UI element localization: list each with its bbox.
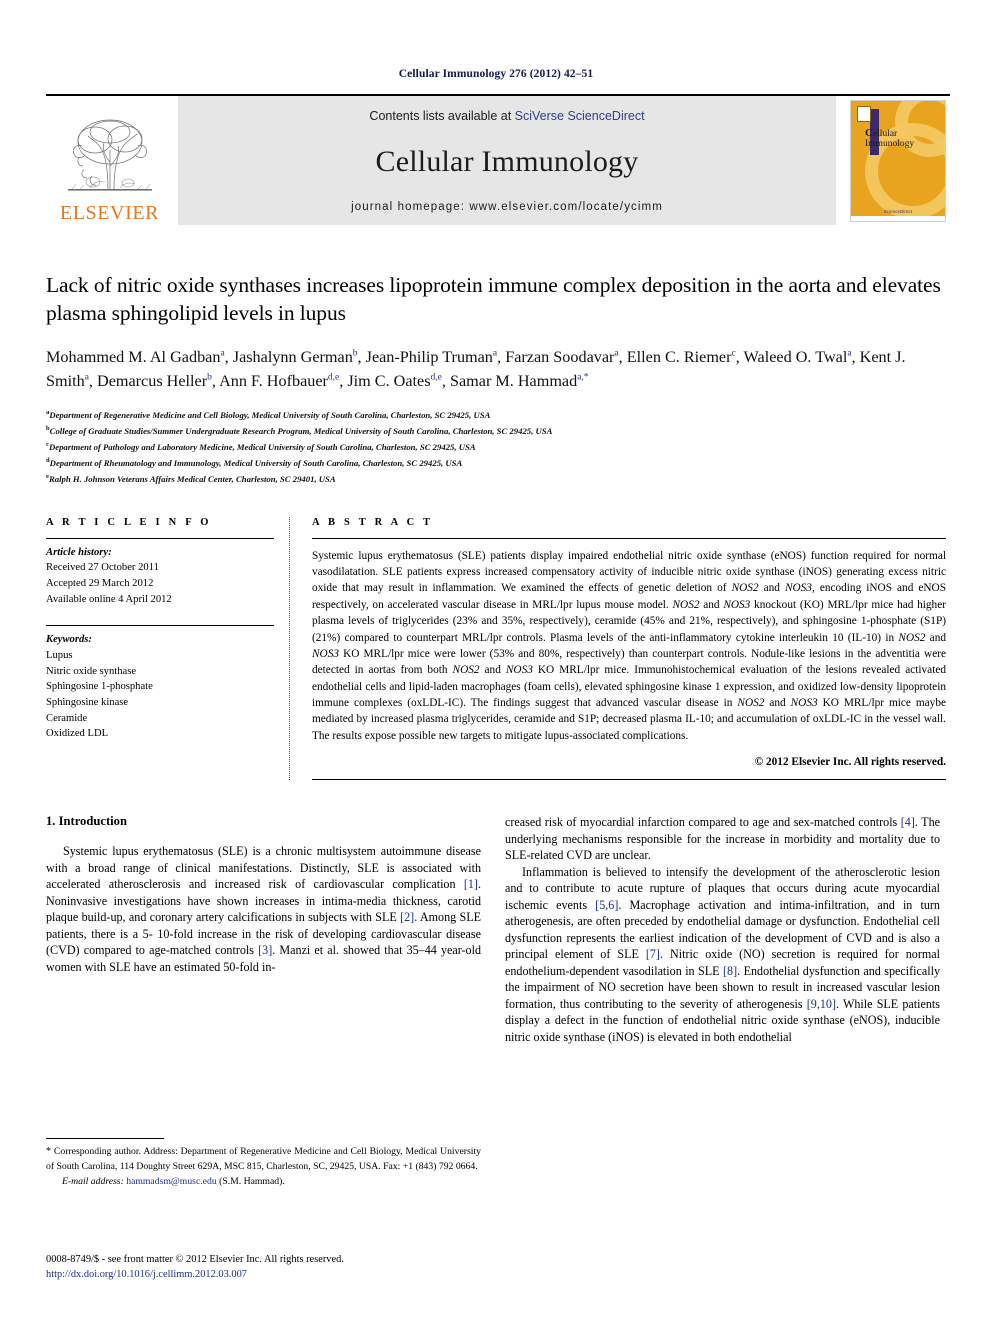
cover-footer-text: ScienceDirect	[883, 208, 913, 214]
issn-line: 0008-8749/$ - see front matter © 2012 El…	[46, 1254, 344, 1265]
article-history-label: Article history:	[46, 546, 112, 558]
email-suffix: (S.M. Hammad).	[219, 1176, 285, 1188]
keyword-item: Oxidized LDL	[46, 728, 109, 740]
affiliation-item: eRalph H. Johnson Veterans Affairs Medic…	[46, 471, 946, 487]
keyword-item: Ceramide	[46, 712, 88, 724]
affiliation-item: cDepartment of Pathology and Laboratory …	[46, 439, 946, 455]
intro-paragraph-left: Systemic lupus erythematosus (SLE) is a …	[46, 844, 481, 974]
title-block: Lack of nitric oxide synthases increases…	[46, 271, 946, 487]
keyword-item: Nitric oxide synthase	[46, 665, 137, 677]
email-label: E-mail address:	[62, 1176, 124, 1188]
affiliation-list: aDepartment of Regenerative Medicine and…	[46, 407, 946, 486]
article-history-item: Received 27 October 2011	[46, 562, 159, 574]
cover-title-line1: Cellular	[865, 126, 898, 139]
keyword-item: Lupus	[46, 650, 73, 662]
cover-title-line2: Immunology	[865, 139, 915, 150]
sciencedirect-link[interactable]: SciVerse ScienceDirect	[515, 109, 645, 123]
body-column-right: creased risk of myocardial infarction co…	[505, 814, 940, 1045]
abstract-column: A B S T R A C T Systemic lupus erythemat…	[290, 517, 946, 781]
affiliation-text: Department of Rheumatology and Immunolog…	[49, 457, 463, 468]
corresponding-author-footnote: * Corresponding author. Address: Departm…	[46, 1138, 481, 1190]
cover-title-rest: ellular	[872, 128, 898, 139]
abstract-heading: A B S T R A C T	[312, 516, 434, 528]
affiliation-item: aDepartment of Regenerative Medicine and…	[46, 407, 946, 423]
masthead-right: Cellular Immunology ScienceDirect	[846, 96, 950, 225]
author-list: Mohammed M. Al Gadbana, Jashalynn German…	[46, 347, 906, 390]
article-history: Article history: Received 27 October 201…	[46, 539, 273, 608]
email-line: E-mail address: hammadsm@musc.edu (S.M. …	[46, 1175, 481, 1190]
elsevier-wordmark: ELSEVIER	[59, 202, 160, 224]
abstract-body: Systemic lupus erythematosus (SLE) patie…	[312, 549, 946, 742]
keyword-item: Sphingosine kinase	[46, 697, 129, 709]
affiliation-text: College of Graduate Studies/Summer Under…	[49, 426, 553, 437]
article-history-item: Available online 4 April 2012	[46, 593, 172, 605]
article-info-column: A R T I C L E I N F O Article history: R…	[46, 516, 290, 781]
cover-title: Cellular Immunology	[865, 127, 914, 150]
footnote-divider	[46, 1138, 164, 1139]
body-columns: 1. Introduction Systemic lupus erythemat…	[46, 814, 946, 1045]
cover-bottom-band	[851, 215, 945, 221]
keywords-label: Keywords:	[46, 634, 92, 646]
section-heading-introduction: 1. Introduction	[46, 814, 127, 829]
cover-elsevier-mark-icon	[857, 105, 871, 122]
journal-homepage-link[interactable]: journal homepage: www.elsevier.com/locat…	[351, 201, 663, 213]
keywords-list: Keywords: Lupus Nitric oxide synthase Sp…	[46, 626, 273, 742]
affiliation-item: bCollege of Graduate Studies/Summer Unde…	[46, 423, 946, 439]
body-column-left: 1. Introduction Systemic lupus erythemat…	[46, 814, 481, 1045]
abstract-copyright: © 2012 Elsevier Inc. All rights reserved…	[754, 756, 946, 769]
issn-copyright-block: 0008-8749/$ - see front matter © 2012 El…	[46, 1252, 506, 1282]
email-link[interactable]: hammadsm@musc.edu	[126, 1176, 216, 1187]
intro-paragraph-right-2: Inflammation is believed to intensify th…	[505, 864, 940, 1044]
affiliation-text: Department of Pathology and Laboratory M…	[48, 441, 476, 452]
contents-prefix-label: Contents lists available at	[369, 109, 515, 123]
intro-paragraph-right-1: creased risk of myocardial infarction co…	[505, 815, 940, 863]
doi-link[interactable]: http://dx.doi.org/10.1016/j.cellimm.2012…	[46, 1267, 506, 1282]
journal-cover-thumbnail: Cellular Immunology ScienceDirect	[850, 99, 946, 222]
page-title: Lack of nitric oxide synthases increases…	[46, 273, 941, 326]
elsevier-logo: ELSEVIER	[46, 96, 173, 225]
keyword-item: Sphingosine 1-phosphate	[46, 681, 153, 693]
article-history-item: Accepted 29 March 2012	[46, 578, 154, 590]
info-abstract-section: A R T I C L E I N F O Article history: R…	[46, 516, 946, 781]
article-info-heading: A R T I C L E I N F O	[46, 516, 212, 528]
cover-title-initial: C	[865, 126, 873, 139]
masthead-center: Contents lists available at SciVerse Sci…	[178, 96, 836, 225]
affiliation-item: dDepartment of Rheumatology and Immunolo…	[46, 455, 946, 471]
journal-title: Cellular Immunology	[375, 145, 639, 178]
paper-page: Cellular Immunology 276 (2012) 42–51 ELS…	[0, 0, 992, 1323]
affiliation-text: Ralph H. Johnson Veterans Affairs Medica…	[48, 473, 336, 484]
journal-masthead: ELSEVIER Contents lists available at Sci…	[46, 94, 950, 225]
abstract-bottom-divider	[312, 779, 946, 781]
elsevier-tree-icon	[67, 119, 152, 191]
corresponding-author-text: * Corresponding author. Address: Departm…	[46, 1146, 481, 1172]
contents-line: Contents lists available at SciVerse Sci…	[369, 109, 644, 123]
affiliation-text: Department of Regenerative Medicine and …	[49, 410, 491, 421]
running-head: Cellular Immunology 276 (2012) 42–51	[398, 68, 594, 80]
